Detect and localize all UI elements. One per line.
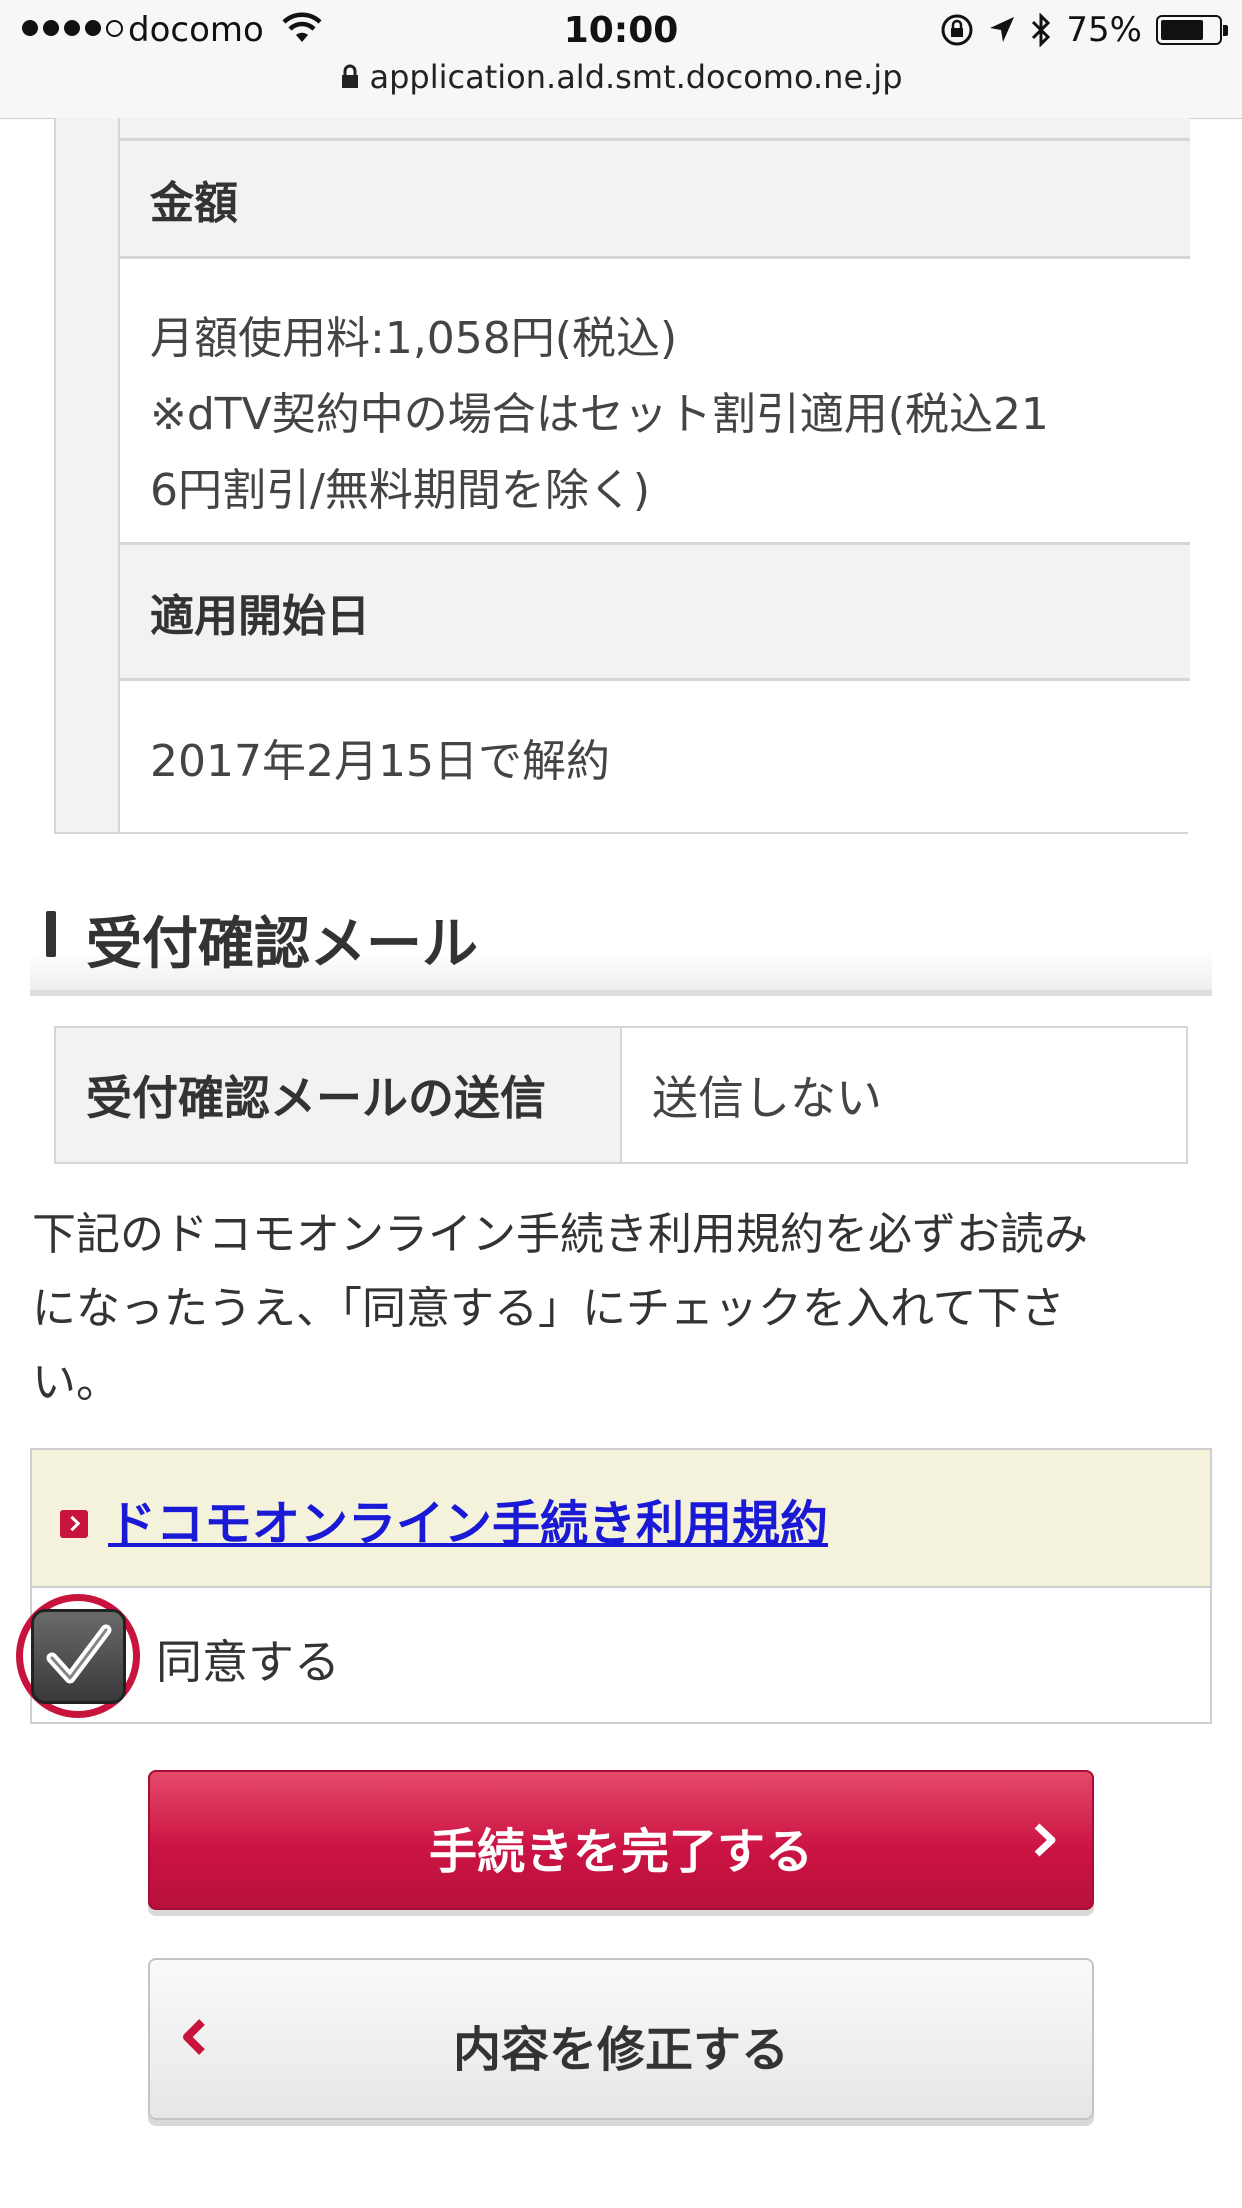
amount-line-1: 月額使用料:1,058円(税込)	[150, 313, 678, 364]
amount-line-2: ※dTV契約中の場合はセット割引適用(税込21	[150, 389, 1049, 440]
link-arrow-icon	[60, 1510, 88, 1538]
amount-line-3: 6円割引/無料期間を除く)	[150, 465, 650, 516]
status-bar: docomo 10:00 75% application.ald.smt.doc…	[0, 0, 1242, 119]
bluetooth-icon	[1032, 13, 1051, 47]
start-date-value: 2017年2月15日で解約	[120, 678, 1190, 832]
section-heading: 受付確認メール	[30, 895, 1212, 996]
back-button[interactable]: 内容を修正する	[148, 1958, 1094, 2120]
terms-link-row: ドコモオンライン手続き利用規約	[32, 1450, 1210, 1588]
notice-line-3: い。	[32, 1357, 120, 1408]
back-button-label: 内容を修正する	[452, 2022, 789, 2078]
terms-notice: 下記のドコモオンライン手続き利用規約を必ずお読み になったうえ、「同意する」にチ…	[32, 1198, 1212, 1420]
mail-row-value: 送信しない	[622, 1028, 1186, 1162]
checkbox-highlight-ring	[16, 1594, 140, 1718]
mail-row-label: 受付確認メールの送信	[56, 1028, 622, 1162]
address-bar[interactable]: application.ald.smt.docomo.ne.jp	[0, 58, 1242, 96]
terms-box: ドコモオンライン手続き利用規約 同意する	[16, 1448, 1212, 1724]
complete-button-label: 手続きを完了する	[428, 1824, 813, 1880]
checkmark-icon	[46, 1624, 112, 1684]
amount-header: 金額	[120, 138, 1190, 256]
url-text: application.ald.smt.docomo.ne.jp	[369, 58, 903, 96]
agree-checkbox[interactable]	[31, 1609, 126, 1704]
section-title: 受付確認メール	[86, 912, 478, 977]
battery-icon	[1156, 15, 1228, 45]
notice-line-2: になったうえ、「同意する」にチェックを入れて下さ	[32, 1283, 1065, 1334]
agree-label: 同意する	[156, 1635, 340, 1689]
location-arrow-icon	[990, 17, 1015, 42]
heading-bar-icon	[46, 911, 56, 957]
terms-link[interactable]: ドコモオンライン手続き利用規約	[108, 1484, 828, 1554]
rotation-lock-icon	[941, 14, 973, 46]
complete-button[interactable]: 手続きを完了する	[148, 1770, 1094, 1910]
mail-table: 受付確認メールの送信 送信しない	[54, 1026, 1188, 1164]
chevron-right-icon	[1034, 1823, 1056, 1857]
detail-table: 金額 月額使用料:1,058円(税込) ※dTV契約中の場合はセット割引適用(税…	[54, 118, 1190, 834]
battery-percentage: 75%	[1066, 10, 1142, 50]
amount-value: 月額使用料:1,058円(税込) ※dTV契約中の場合はセット割引適用(税込21…	[120, 256, 1190, 543]
notice-line-1: 下記のドコモオンライン手続き利用規約を必ずお読み	[32, 1209, 1088, 1260]
start-date-header: 適用開始日	[120, 542, 1190, 679]
agree-row[interactable]: 同意する	[16, 1588, 1210, 1722]
lock-icon	[341, 64, 358, 88]
